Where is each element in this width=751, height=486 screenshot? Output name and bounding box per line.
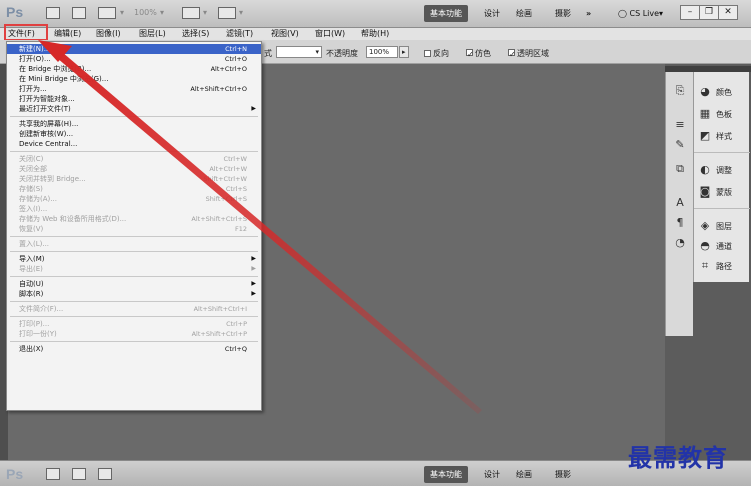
watermark-logo: 最需教育 (628, 443, 728, 472)
annotation-arrow (38, 40, 482, 414)
